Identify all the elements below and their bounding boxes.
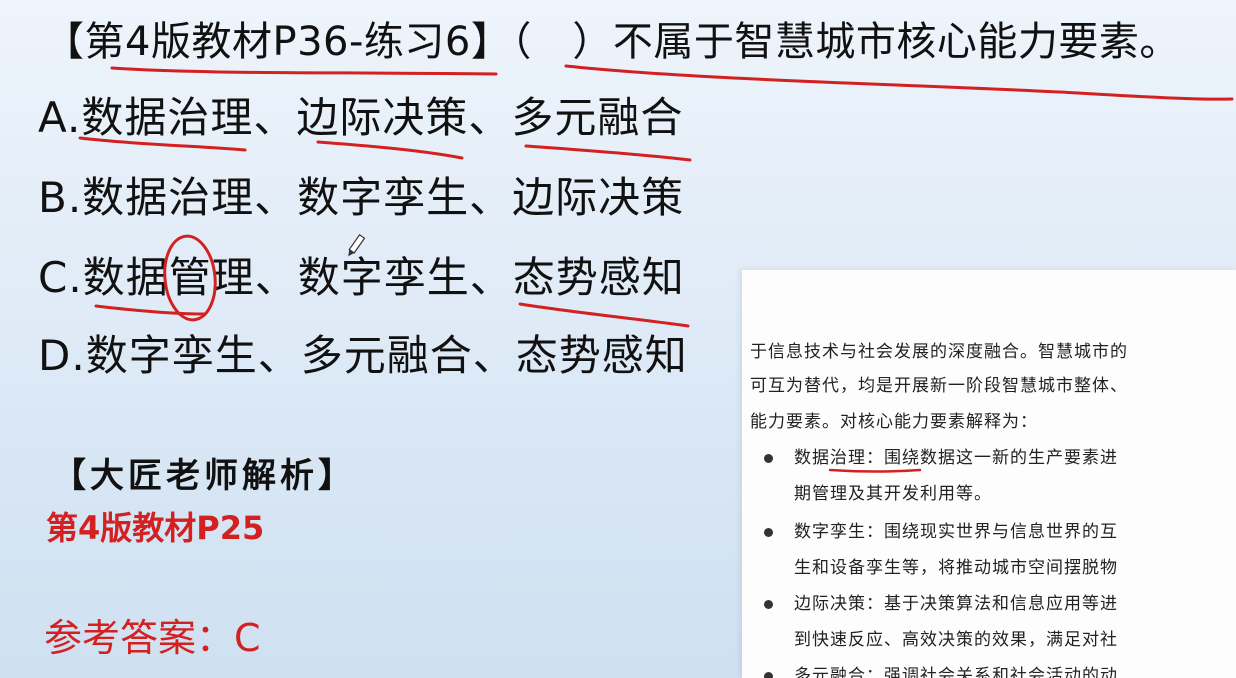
option-letter: D. bbox=[38, 331, 86, 380]
bullet-icon bbox=[764, 600, 773, 609]
option-letter: A. bbox=[38, 93, 82, 142]
option-c[interactable]: C.数据管理、数字孪生、态势感知 bbox=[38, 250, 685, 306]
underline-option-a-3 bbox=[524, 144, 692, 162]
option-b[interactable]: B.数据治理、数字孪生、边际决策 bbox=[38, 170, 684, 226]
answer-value: C bbox=[234, 616, 261, 660]
analysis-reference: 第4版教材P25 bbox=[46, 509, 265, 547]
question-stem: 不属于智慧城市核心能力要素。 bbox=[612, 19, 1180, 65]
book-item-term: 数据治理 bbox=[794, 448, 866, 468]
book-line: 可互为替代，均是开展新一阶段智慧城市整体、 bbox=[750, 376, 1128, 396]
book-item: 多元融合：强调社会关系和社会活动的动 bbox=[764, 664, 1118, 678]
book-item-text: ：围绕现实世界与信息世界的互 bbox=[866, 522, 1118, 542]
answer-label: 参考答案： bbox=[44, 616, 235, 660]
option-d[interactable]: D.数字孪生、多元融合、态势感知 bbox=[38, 328, 688, 384]
textbook-excerpt: 于信息技术与社会发展的深度融合。智慧城市的 可互为替代，均是开展新一阶段智慧城市… bbox=[742, 270, 1236, 678]
book-item: 边际决策：基于决策算法和信息应用等进 bbox=[764, 592, 1118, 616]
option-letter: B. bbox=[38, 173, 83, 222]
book-item-term: 边际决策 bbox=[794, 594, 866, 614]
question-source: 【第4版教材P36-练习6】 bbox=[44, 19, 512, 65]
book-item: 数字孪生：围绕现实世界与信息世界的互 bbox=[764, 520, 1118, 544]
bullet-icon bbox=[764, 672, 773, 678]
book-item-term: 多元融合 bbox=[794, 666, 866, 678]
book-item-term: 数字孪生 bbox=[794, 522, 866, 542]
option-text-prefix: 数据 bbox=[82, 253, 169, 302]
book-item-continuation: 到快速反应、高效决策的效果，满足对社 bbox=[794, 630, 1118, 650]
option-text-suffix: 理、数字孪生、态势感知 bbox=[211, 253, 685, 302]
question-text: 【第4版教材P36-练习6】（ ）不属于智慧城市核心能力要素。 bbox=[44, 14, 1180, 70]
book-item-continuation: 期管理及其开发利用等。 bbox=[794, 484, 992, 504]
book-item-text: ：强调社会关系和社会活动的动 bbox=[866, 666, 1118, 678]
option-text: 数据治理、数字孪生、边际决策 bbox=[82, 173, 685, 222]
underline-option-c-1 bbox=[94, 304, 207, 316]
bullet-icon bbox=[764, 454, 773, 463]
option-letter: C. bbox=[38, 253, 83, 302]
bullet-icon bbox=[764, 528, 773, 537]
book-item-continuation: 生和设备孪生等，将推动城市空间摆脱物 bbox=[794, 558, 1118, 578]
option-text: 数字孪生、多元融合、态势感知 bbox=[85, 331, 688, 380]
book-line: 能力要素。对核心能力要素解释为： bbox=[750, 412, 1038, 432]
book-line: 于信息技术与社会发展的深度融合。智慧城市的 bbox=[750, 342, 1128, 362]
underline-option-c-3 bbox=[518, 302, 690, 328]
analysis-title: 【大匠老师解析】 bbox=[52, 456, 356, 496]
option-a[interactable]: A.数据治理、边际决策、多元融合 bbox=[38, 90, 683, 146]
book-item: 数据治理：围绕数据这一新的生产要素进 bbox=[764, 446, 1118, 470]
answer: 参考答案：C bbox=[44, 612, 261, 664]
book-item-text: ：基于决策算法和信息应用等进 bbox=[866, 594, 1118, 614]
option-text-circled: 管 bbox=[168, 253, 212, 302]
question-blank: （ ） bbox=[511, 19, 613, 65]
book-item-text: ：围绕数据这一新的生产要素进 bbox=[866, 448, 1118, 468]
option-text: 数据治理、边际决策、多元融合 bbox=[81, 93, 684, 142]
